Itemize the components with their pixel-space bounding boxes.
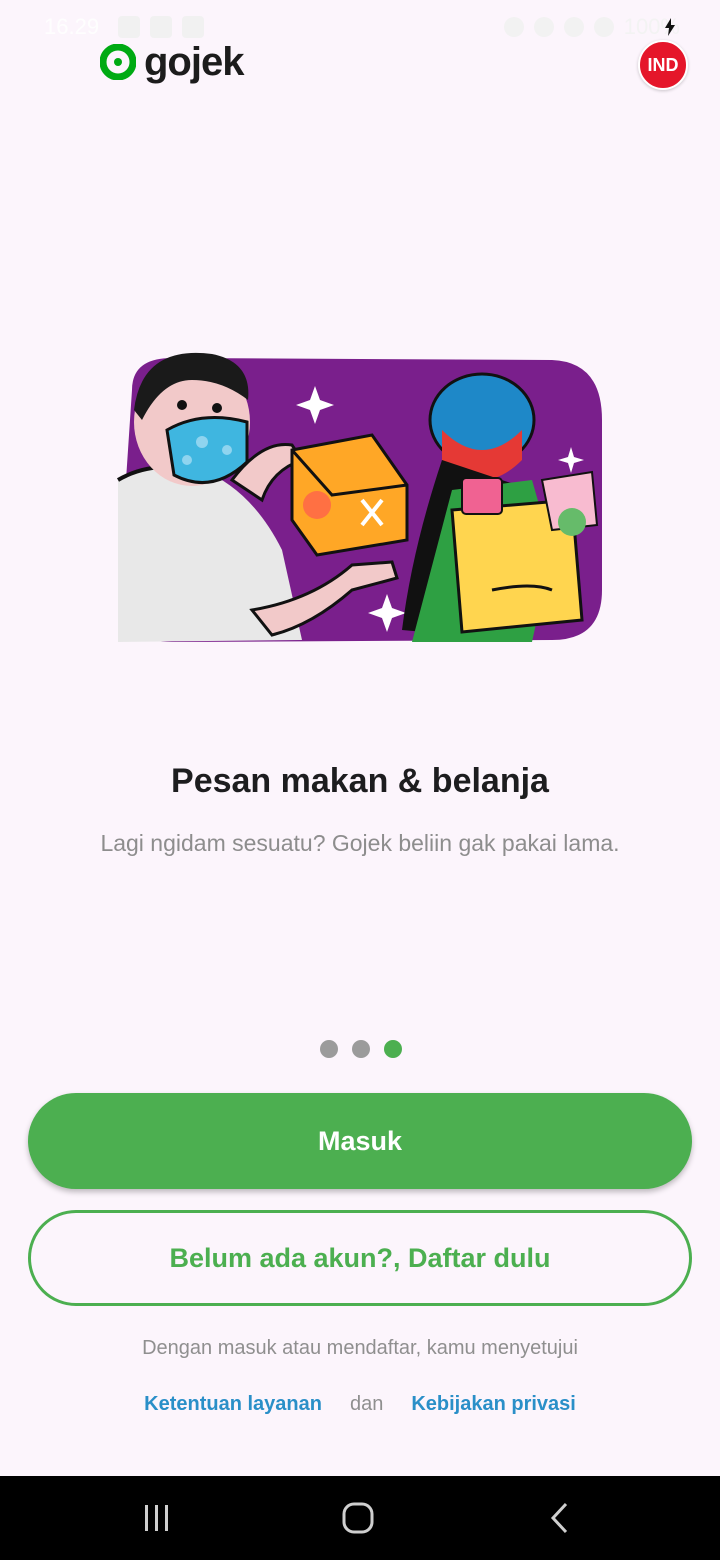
wifi-icon	[563, 17, 584, 37]
food-delivery-illustration	[116, 352, 602, 642]
charging-icon	[665, 18, 675, 36]
privacy-policy-link[interactable]: Kebijakan privasi	[411, 1393, 576, 1416]
page-dot-2[interactable]	[352, 1040, 370, 1058]
consent-text: Dengan masuk atau mendaftar, kamu menyet…	[142, 1337, 578, 1359]
sync-icon	[150, 16, 172, 38]
onboarding-title: Pesan makan & belanja	[171, 762, 549, 800]
page-indicator	[320, 1040, 402, 1058]
page-dot-3-active[interactable]	[384, 1040, 402, 1058]
terms-of-service-link[interactable]: Ketentuan layanan	[144, 1393, 322, 1416]
onboarding-subtitle: Lagi ngidam sesuatu? Gojek beliin gak pa…	[100, 830, 620, 856]
recent-apps-icon	[145, 1505, 168, 1531]
gojek-logo-icon	[100, 44, 136, 80]
gojek-logo: gojek	[100, 40, 244, 84]
home-icon	[342, 1502, 374, 1534]
legal-links: Ketentuan layanan dan Kebijakan privasi	[0, 1393, 720, 1416]
app-header: gojek IND	[0, 36, 720, 96]
app-notification-icon	[182, 16, 204, 38]
mute-icon	[533, 17, 554, 37]
and-text: dan	[349, 1393, 384, 1415]
register-button[interactable]: Belum ada akun?, Daftar dulu	[28, 1210, 692, 1306]
back-icon	[550, 1502, 568, 1534]
language-selector-button[interactable]: IND	[638, 40, 688, 90]
brand-name: gojek	[144, 40, 244, 84]
system-navigation-bar	[0, 1476, 720, 1560]
home-button[interactable]	[338, 1498, 378, 1538]
recent-apps-button[interactable]	[137, 1498, 177, 1538]
page-dot-1[interactable]	[320, 1040, 338, 1058]
signal-icon	[593, 17, 614, 37]
alarm-icon	[503, 17, 524, 37]
notification-icons	[118, 16, 204, 38]
back-button[interactable]	[540, 1498, 580, 1538]
gallery-icon	[118, 16, 140, 38]
login-button[interactable]: Masuk	[28, 1093, 692, 1189]
